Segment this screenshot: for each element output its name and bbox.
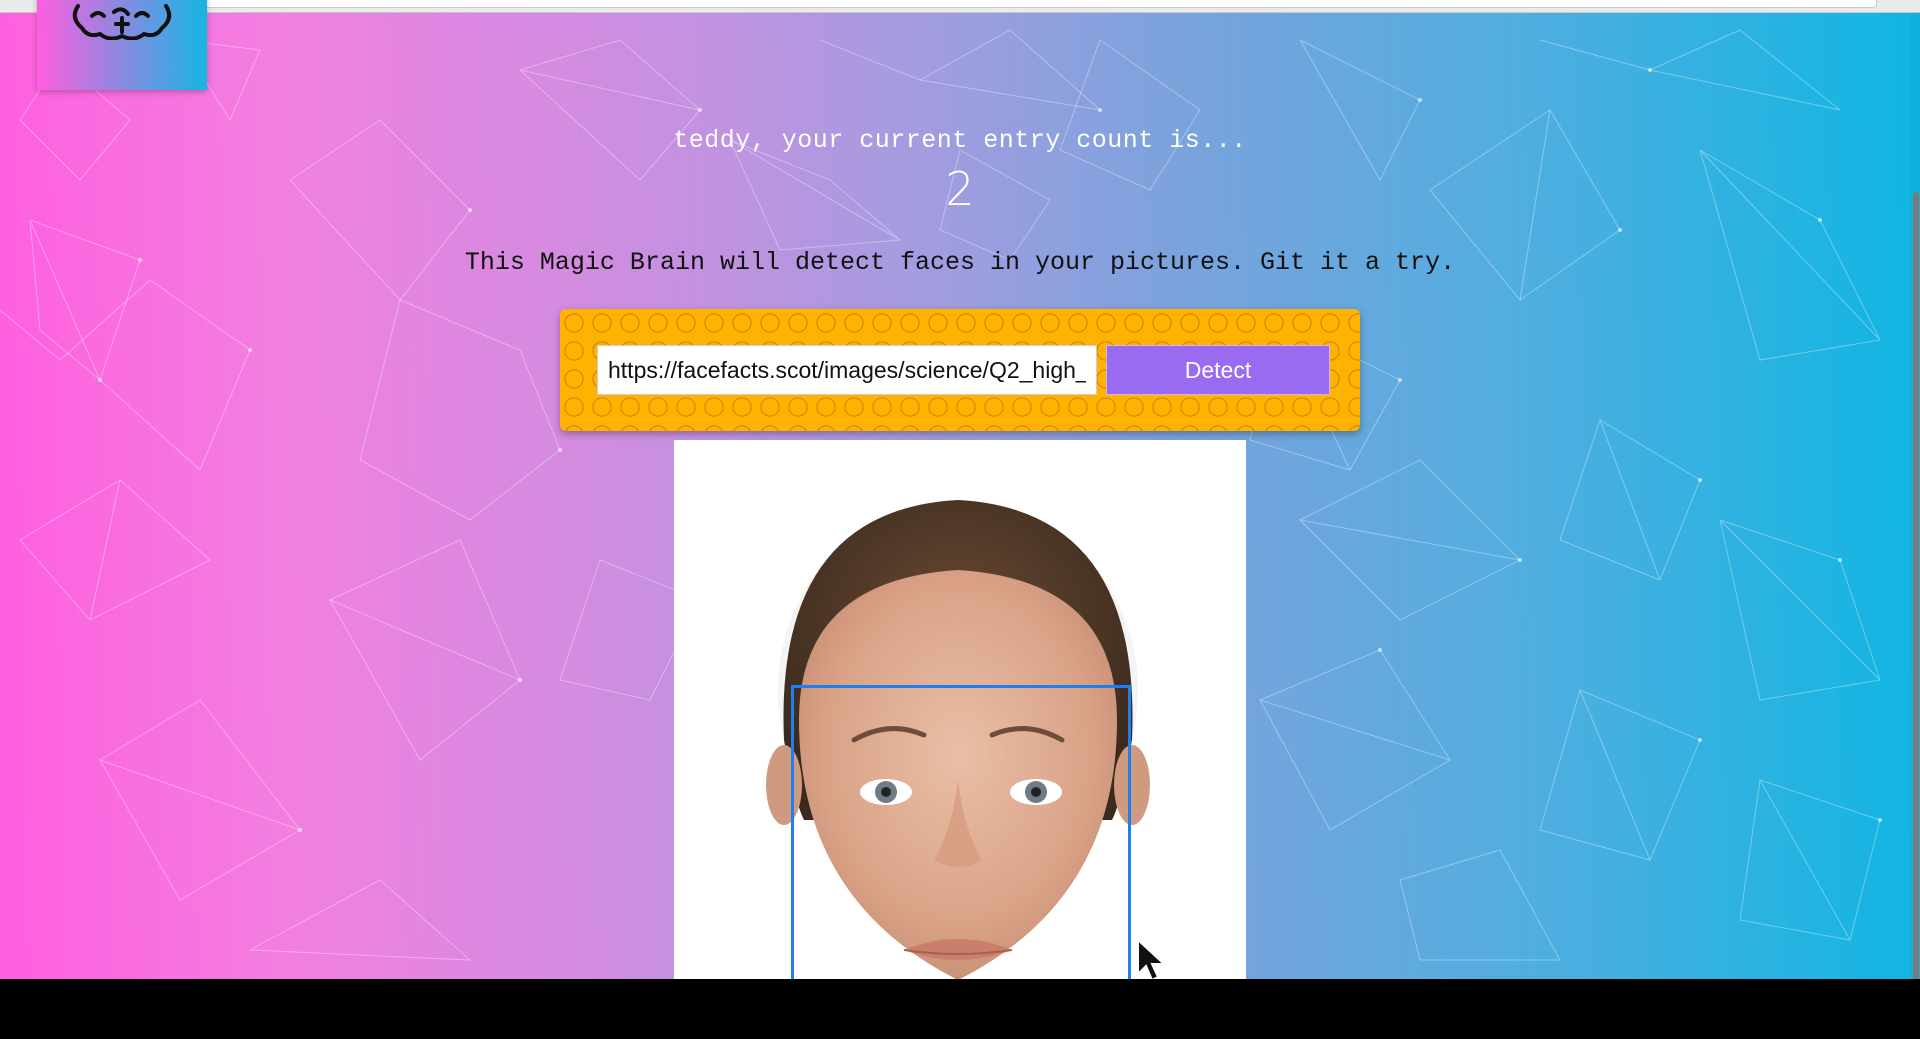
entry-count-value: 2 xyxy=(945,162,975,216)
brain-icon xyxy=(72,4,172,40)
app-viewport: teddy, your current entry count is... 2 … xyxy=(0,0,1920,979)
face-bounding-box xyxy=(791,685,1131,979)
entry-count-label: teddy, your current entry count is... xyxy=(673,126,1247,155)
address-bar[interactable] xyxy=(105,0,1877,8)
image-url-form: Detect xyxy=(560,309,1360,431)
detect-button[interactable]: Detect xyxy=(1106,345,1330,395)
mouse-cursor-icon xyxy=(1137,938,1167,979)
scrollbar-thumb[interactable] xyxy=(1913,192,1919,979)
image-url-input[interactable] xyxy=(597,345,1097,395)
app-description: This Magic Brain will detect faces in yo… xyxy=(464,248,1456,277)
vertical-scrollbar[interactable] xyxy=(1911,12,1920,979)
browser-top-bar xyxy=(0,0,1920,13)
logo[interactable] xyxy=(37,0,207,90)
